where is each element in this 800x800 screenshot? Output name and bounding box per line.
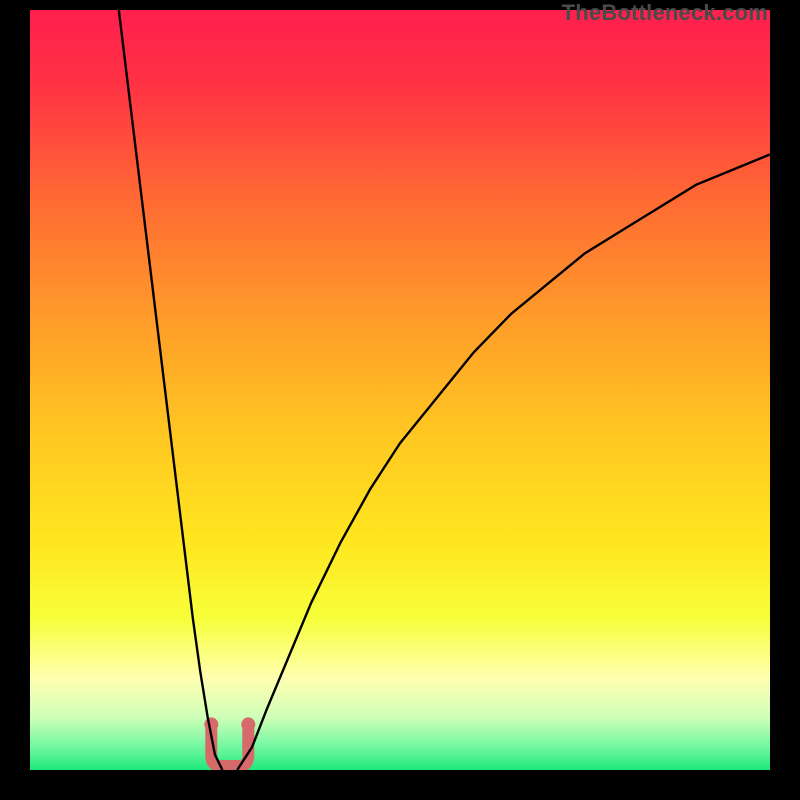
chart-frame	[30, 10, 770, 770]
chart-background	[30, 10, 770, 770]
watermark-text: TheBottleneck.com	[562, 0, 768, 26]
bottleneck-chart	[30, 10, 770, 770]
